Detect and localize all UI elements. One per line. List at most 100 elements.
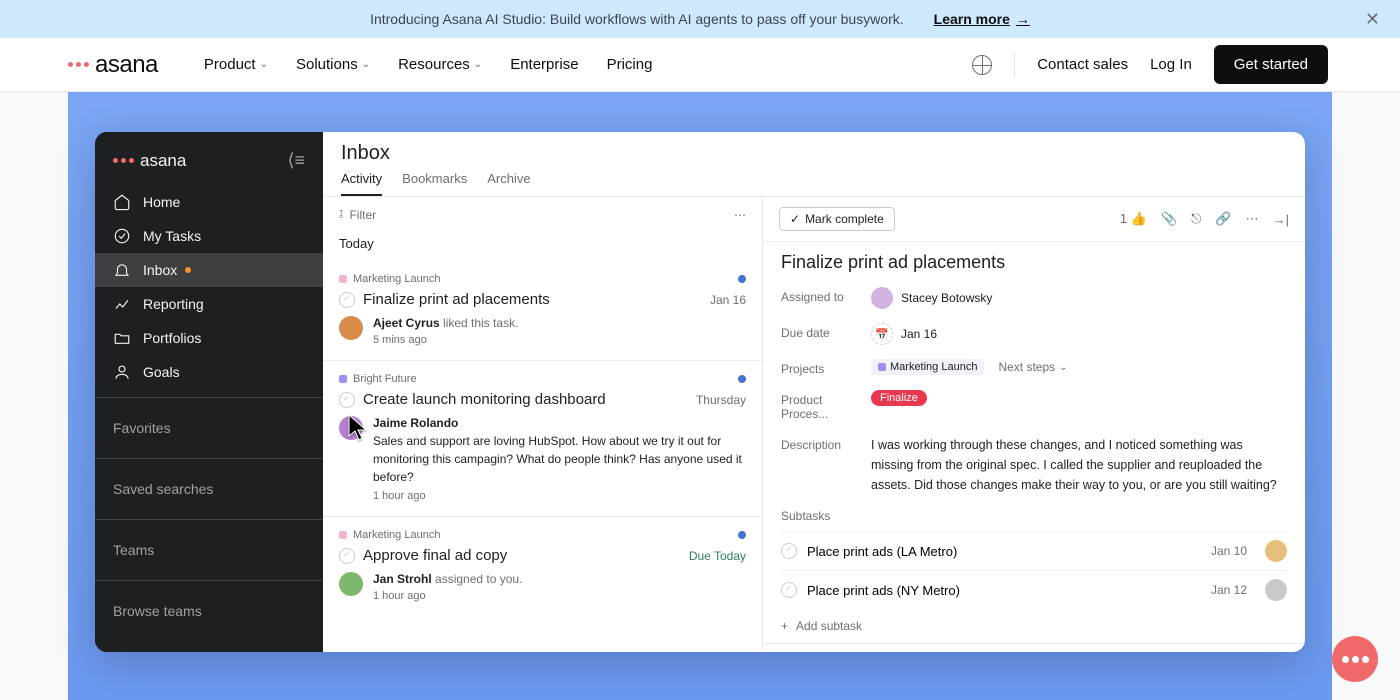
asana-logo[interactable]: asana (68, 51, 158, 79)
inbox-card[interactable]: Marketing Launch Finalize print ad place… (323, 261, 762, 361)
avatar (871, 287, 893, 309)
sidebar-item-goals[interactable]: Goals (95, 355, 323, 389)
logo-dots-icon (68, 62, 89, 67)
nav-solutions[interactable]: Solutions ⌄ (296, 56, 370, 73)
contact-sales-link[interactable]: Contact sales (1037, 56, 1128, 73)
check-circle-icon (113, 227, 131, 245)
card-title: Finalize print ad placements (363, 291, 550, 308)
nav-product[interactable]: Product ⌄ (204, 56, 268, 73)
help-fab-button[interactable] (1332, 636, 1378, 682)
due-date-label: Due date (781, 323, 871, 340)
chevron-down-icon: ⌄ (1059, 362, 1067, 373)
assignee-value[interactable]: Stacey Botowsky (871, 287, 992, 309)
inbox-card[interactable]: Bright Future Create launch monitoring d… (323, 361, 762, 517)
unread-dot-icon (738, 275, 746, 283)
assigned-label: Assigned to (781, 287, 871, 304)
timestamp: 1 hour ago (373, 490, 746, 502)
card-date: Thursday (696, 393, 746, 407)
sidebar-section-browse-teams[interactable]: Browse teams (95, 589, 323, 633)
chevron-down-icon: ⌄ (474, 59, 482, 70)
tab-bookmarks[interactable]: Bookmarks (402, 171, 467, 196)
get-started-button[interactable]: Get started (1214, 45, 1328, 84)
filter-button[interactable]: ⫱ Filter (339, 207, 376, 222)
link-icon[interactable]: 🔗 (1215, 211, 1231, 227)
divider (95, 519, 323, 520)
subtasks-header: Subtasks (781, 509, 1287, 523)
due-date-value[interactable]: 📅 Jan 16 (871, 323, 937, 345)
nav-enterprise[interactable]: Enterprise (510, 56, 578, 73)
card-title: Approve final ad copy (363, 547, 507, 564)
complete-check-icon[interactable] (339, 292, 355, 308)
sidebar-item-inbox[interactable]: Inbox (95, 253, 323, 287)
inbox-list: ⫱ Filter ⋯ Today Marketing Launch (323, 197, 763, 652)
projects-label: Projects (781, 359, 871, 376)
close-panel-icon[interactable]: →| (1273, 212, 1289, 227)
description-text: I was working through these changes, and… (871, 435, 1287, 495)
calendar-icon: 📅 (871, 323, 893, 345)
chart-icon (113, 295, 131, 313)
project-chip[interactable]: Marketing Launch (871, 359, 984, 375)
like-count[interactable]: 1 👍 (1120, 211, 1147, 227)
nav-resources[interactable]: Resources ⌄ (398, 56, 482, 73)
sidebar-item-home[interactable]: Home (95, 185, 323, 219)
sidebar-section-teams[interactable]: Teams (95, 528, 323, 572)
bell-icon (113, 261, 131, 279)
avatar (339, 572, 363, 596)
comment-text: Sales and support are loving HubSpot. Ho… (373, 432, 746, 486)
sidebar-section-saved-searches[interactable]: Saved searches (95, 467, 323, 511)
page-title: Inbox (341, 142, 1287, 165)
inbox-card[interactable]: Marketing Launch Approve final ad copy D… (323, 517, 762, 616)
unread-dot-icon (738, 375, 746, 383)
more-icon[interactable]: ⋯ (1246, 211, 1259, 227)
nav-pricing[interactable]: Pricing (607, 56, 653, 73)
divider (95, 580, 323, 581)
sidebar-item-my-tasks[interactable]: My Tasks (95, 219, 323, 253)
app-window: asana ⟨≡ Home My Tasks Inbox Reporting (95, 132, 1305, 652)
collapse-sidebar-icon[interactable]: ⟨≡ (287, 150, 305, 171)
stage-dropdown[interactable]: Next steps ⌄ (998, 360, 1067, 374)
today-header: Today (323, 232, 762, 261)
chevron-down-icon: ⌄ (362, 59, 370, 70)
attachment-icon[interactable]: 📎 (1161, 211, 1177, 227)
card-date: Due Today (689, 549, 746, 563)
add-subtask-button[interactable]: + Add subtask (781, 609, 1287, 643)
tab-archive[interactable]: Archive (487, 171, 530, 196)
subtask-icon[interactable]: ⎋ (1191, 211, 1201, 227)
complete-check-icon[interactable] (339, 548, 355, 564)
folder-icon (113, 329, 131, 347)
task-detail-panel: ✓ Mark complete 1 👍 📎 ⎋ 🔗 ⋯ →| (763, 197, 1305, 652)
avatar (1265, 540, 1287, 562)
complete-check-icon[interactable] (781, 582, 797, 598)
sidebar-item-reporting[interactable]: Reporting (95, 287, 323, 321)
project-color-icon (339, 375, 347, 383)
card-date: Jan 16 (710, 293, 746, 307)
more-icon[interactable]: ⋯ (734, 208, 746, 222)
login-link[interactable]: Log In (1150, 56, 1192, 73)
sidebar-section-favorites[interactable]: Favorites (95, 406, 323, 450)
chevron-down-icon: ⌄ (260, 59, 268, 70)
topnav-menu: Product ⌄ Solutions ⌄ Resources ⌄ Enterp… (204, 56, 653, 73)
close-icon[interactable]: ✕ (1365, 9, 1380, 30)
globe-icon[interactable] (972, 55, 992, 75)
project-color-icon (339, 531, 347, 539)
divider (1014, 53, 1015, 77)
main-content: Inbox Activity Bookmarks Archive ⫱ Filte… (323, 132, 1305, 652)
complete-check-icon[interactable] (781, 543, 797, 559)
subtask-row[interactable]: Place print ads (LA Metro) Jan 10 (781, 531, 1287, 570)
mark-complete-button[interactable]: ✓ Mark complete (779, 207, 895, 231)
status-pill[interactable]: Finalize (871, 390, 927, 406)
avatar (1265, 579, 1287, 601)
subtask-row[interactable]: Place print ads (NY Metro) Jan 12 (781, 570, 1287, 609)
banner-learn-more-link[interactable]: Learn more → (934, 11, 1030, 27)
sidebar-item-portfolios[interactable]: Portfolios (95, 321, 323, 355)
top-navigation: asana Product ⌄ Solutions ⌄ Resources ⌄ … (0, 38, 1400, 92)
user-icon (113, 363, 131, 381)
sidebar-logo[interactable]: asana (113, 151, 186, 171)
divider (95, 458, 323, 459)
hero-backdrop: asana ⟨≡ Home My Tasks Inbox Reporting (68, 92, 1332, 700)
filter-icon: ⫱ (339, 207, 343, 222)
tab-activity[interactable]: Activity (341, 171, 382, 196)
avatar (339, 416, 363, 440)
timestamp: 5 mins ago (373, 334, 518, 346)
complete-check-icon[interactable] (339, 392, 355, 408)
